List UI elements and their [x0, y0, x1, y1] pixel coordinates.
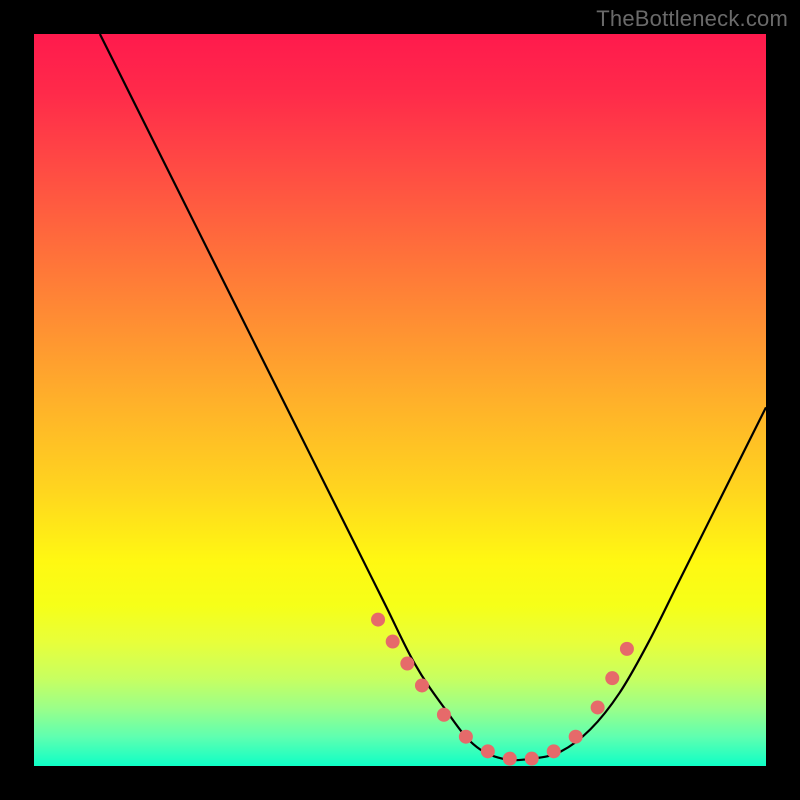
highlight-dot: [547, 744, 561, 758]
highlight-dot: [569, 730, 583, 744]
bottleneck-curve: [100, 34, 766, 760]
chart-frame: TheBottleneck.com: [0, 0, 800, 800]
highlight-dot: [459, 730, 473, 744]
highlight-dot: [591, 700, 605, 714]
highlight-dot: [503, 752, 517, 766]
highlight-dot: [400, 657, 414, 671]
highlight-dot: [437, 708, 451, 722]
highlight-dot: [525, 752, 539, 766]
highlight-dot: [620, 642, 634, 656]
highlight-dot: [371, 613, 385, 627]
chart-svg: [34, 34, 766, 766]
attribution-text: TheBottleneck.com: [596, 6, 788, 32]
highlight-dot: [415, 678, 429, 692]
highlight-dot: [481, 744, 495, 758]
plot-area: [34, 34, 766, 766]
highlight-dot: [605, 671, 619, 685]
highlight-dots: [371, 613, 634, 766]
highlight-dot: [386, 635, 400, 649]
